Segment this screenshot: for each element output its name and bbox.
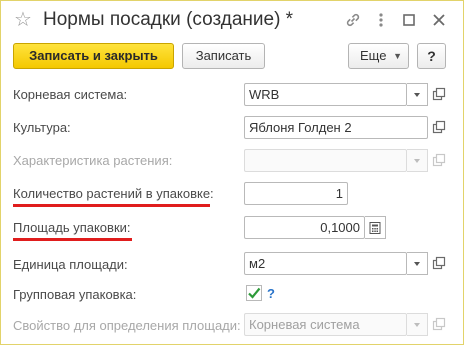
highlight-underline <box>13 238 132 241</box>
save-button[interactable]: Записать <box>182 43 265 69</box>
culture-label: Культура: <box>13 120 71 135</box>
group-pack-label: Групповая упаковка: <box>13 287 137 302</box>
group-pack-checkbox[interactable] <box>246 285 262 301</box>
more-actions-icon[interactable] <box>371 10 391 30</box>
area-property-input: Корневая система <box>244 313 407 336</box>
root-system-label: Корневая система: <box>13 87 128 102</box>
window-title: Нормы посадки (создание) * <box>43 9 294 30</box>
area-property-label: Свойство для определения площади: <box>13 318 241 333</box>
open-icon <box>432 153 446 167</box>
more-button[interactable]: Еще ▼ <box>348 43 409 69</box>
plant-characteristic-label: Характеристика растения: <box>13 153 173 168</box>
caret-down-icon: ▼ <box>393 51 402 61</box>
area-unit-label: Единица площади: <box>13 257 128 272</box>
root-system-input[interactable]: WRB <box>244 83 407 106</box>
plants-per-pack-label: Количество растений в упаковке: <box>13 186 214 201</box>
area-unit-input[interactable]: м2 <box>244 252 407 275</box>
open-icon[interactable] <box>432 256 446 270</box>
plants-per-pack-input[interactable]: 1 <box>244 182 348 205</box>
pack-area-input[interactable]: 0,1000 <box>244 216 365 239</box>
close-icon[interactable] <box>429 10 449 30</box>
highlight-underline <box>13 204 210 207</box>
area-property-dropdown-button <box>407 313 428 336</box>
form-window: ☆ Нормы посадки (создание) * Записать и … <box>0 0 464 345</box>
calculator-button[interactable] <box>365 216 386 239</box>
help-button[interactable]: ? <box>417 43 446 69</box>
more-button-label: Еще <box>360 48 387 63</box>
favorite-star-icon[interactable]: ☆ <box>14 7 32 31</box>
plant-characteristic-input <box>244 149 407 172</box>
link-icon[interactable] <box>343 10 363 30</box>
open-icon <box>432 317 446 331</box>
open-icon[interactable] <box>432 87 446 101</box>
title-bar: ☆ Нормы посадки (создание) * <box>1 1 463 39</box>
group-pack-help-link[interactable]: ? <box>267 286 275 302</box>
culture-input[interactable]: Яблоня Голден 2 <box>244 116 428 139</box>
calculator-icon <box>369 222 381 234</box>
root-system-dropdown-button[interactable] <box>407 83 428 106</box>
open-icon[interactable] <box>432 120 446 134</box>
save-and-close-button[interactable]: Записать и закрыть <box>13 43 174 69</box>
maximize-icon[interactable] <box>399 10 419 30</box>
pack-area-label: Площадь упаковки: <box>13 220 131 235</box>
area-unit-dropdown-button[interactable] <box>407 252 428 275</box>
plant-characteristic-dropdown-button <box>407 149 428 172</box>
